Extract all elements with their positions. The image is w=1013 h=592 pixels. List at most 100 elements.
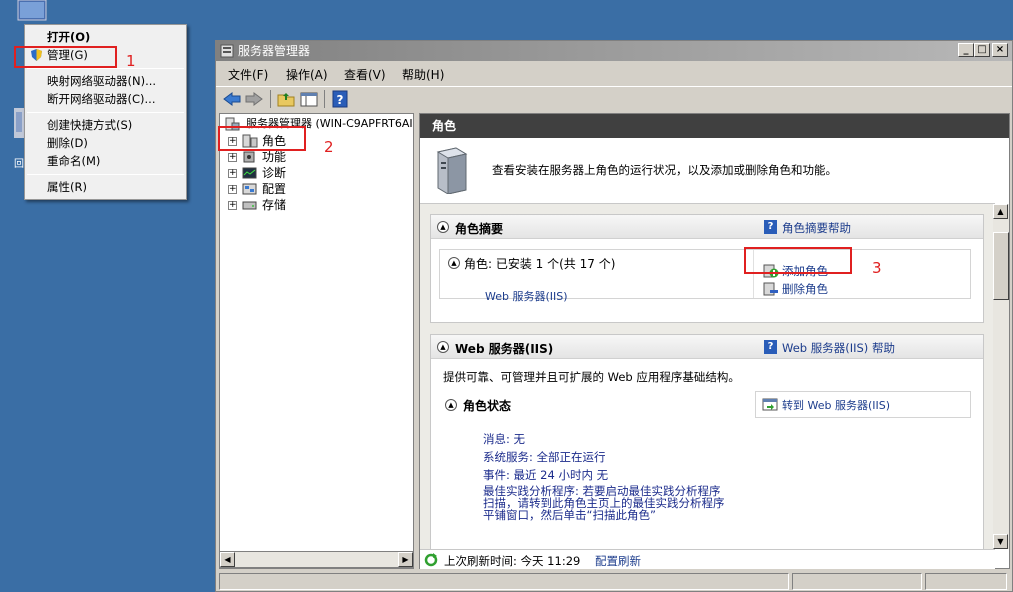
collapse-icon[interactable]: ▲ (437, 341, 449, 353)
tree-item-configuration[interactable]: + 配置 (228, 181, 398, 197)
close-button[interactable]: × (992, 43, 1008, 57)
roles-summary-help-link[interactable]: 角色摘要帮助 (782, 220, 851, 236)
section-header: ▲ Web 服务器(IIS) ? Web 服务器(IIS) 帮助 (431, 335, 983, 359)
expand-icon[interactable]: + (228, 169, 237, 178)
expand-icon[interactable]: + (228, 201, 237, 210)
scroll-down-icon[interactable]: ▼ (993, 534, 1008, 549)
menu-item-label: 属性(R) (47, 180, 87, 194)
server-manager-icon (220, 44, 234, 58)
menu-separator (27, 112, 184, 113)
remove-role-link[interactable]: 删除角色 (782, 281, 828, 297)
desktop-icon-label: 回 (14, 155, 24, 170)
minimize-button[interactable]: _ (958, 43, 974, 57)
annotation-label-2: 2 (324, 138, 334, 156)
features-icon (243, 151, 255, 163)
menu-item-open[interactable]: 打开(O) (25, 28, 186, 46)
installed-roles-count: 角色: 已安装 1 个(共 17 个) (464, 257, 616, 271)
annotation-box-1 (14, 46, 117, 68)
window-status-bar (216, 572, 1012, 591)
tree-item-storage[interactable]: + 存储 (228, 197, 398, 213)
collapse-icon[interactable]: ▲ (437, 221, 449, 233)
role-link-web-server[interactable]: Web 服务器(IIS) (485, 288, 568, 304)
tree-item-diagnostics[interactable]: + 诊断 (228, 165, 398, 181)
content-vertical-scrollbar[interactable]: ▲ ▼ (993, 204, 1009, 549)
menu-item-label: 打开(O) (47, 30, 91, 44)
goto-window-icon (762, 398, 778, 411)
server-roles-icon (436, 147, 468, 194)
menu-item-properties[interactable]: 属性(R) (25, 178, 186, 196)
forward-arrow-icon[interactable] (244, 90, 264, 108)
configuration-icon (242, 183, 257, 195)
menu-item-disconnect-drive[interactable]: 断开网络驱动器(C)... (25, 90, 186, 108)
maximize-icon: □ (977, 44, 987, 55)
computer-desktop-icon[interactable] (14, 0, 50, 24)
title-bar[interactable]: 服务器管理器 _ □ × (216, 41, 1012, 61)
annotation-box-2 (218, 126, 306, 151)
status-events: 事件: 最近 24 小时内 无 (483, 468, 609, 482)
menu-separator (27, 174, 184, 175)
help-icon: ? (764, 340, 777, 354)
toolbar: ? (216, 86, 1012, 110)
collapse-icon[interactable]: ▲ (445, 399, 457, 411)
annotation-label-1: 1 (126, 52, 136, 70)
menu-item-label: 断开网络驱动器(C)... (47, 92, 156, 106)
last-refresh-time: 上次刷新时间: 今天 11:29 (444, 554, 581, 568)
scroll-thumb[interactable] (993, 232, 1009, 300)
web-server-help-link[interactable]: Web 服务器(IIS) 帮助 (782, 340, 895, 356)
refresh-icon (424, 553, 438, 567)
close-icon: × (995, 44, 1005, 55)
content-scroll-area: ▲ 角色摘要 ? 角色摘要帮助 ▲ 角色: 已安装 1 个(共 17 个) We… (420, 204, 995, 549)
menu-action[interactable]: 操作(A) (286, 66, 328, 83)
status-bpa-line-3: 平铺窗口，然后单击“扫描此角色” (483, 508, 656, 522)
menu-item-label: 重命名(M) (47, 154, 101, 168)
tree-item-label: 功能 (262, 150, 287, 164)
scroll-up-icon[interactable]: ▲ (993, 204, 1008, 219)
menu-item-label: 映射网络驱动器(N)... (47, 74, 157, 88)
roles-summary-section: ▲ 角色摘要 ? 角色摘要帮助 ▲ 角色: 已安装 1 个(共 17 个) We… (430, 214, 984, 323)
maximize-button[interactable]: □ (974, 43, 990, 57)
role-status-title: 角色状态 (463, 399, 512, 413)
status-cell (925, 573, 1007, 590)
menu-item-rename[interactable]: 重命名(M) (25, 152, 186, 170)
menu-item-map-drive[interactable]: 映射网络驱动器(N)... (25, 72, 186, 90)
status-cell (792, 573, 922, 590)
menu-view[interactable]: 查看(V) (344, 66, 386, 83)
collapse-icon[interactable]: ▲ (448, 257, 460, 269)
show-hide-pane-icon[interactable] (299, 90, 319, 108)
web-server-section: ▲ Web 服务器(IIS) ? Web 服务器(IIS) 帮助 提供可靠、可管… (430, 334, 984, 549)
menu-item-create-shortcut[interactable]: 创建快捷方式(S) (25, 116, 186, 134)
menu-help[interactable]: 帮助(H) (402, 66, 444, 83)
tree-horizontal-scrollbar[interactable]: ◀ ▶ (219, 551, 414, 568)
window-title: 服务器管理器 (238, 44, 311, 58)
menu-separator (27, 68, 184, 69)
section-title: Web 服务器(IIS) (455, 342, 554, 356)
annotation-label-3: 3 (872, 259, 882, 277)
toolbar-separator (324, 90, 325, 108)
tree-item-label: 诊断 (262, 166, 287, 180)
up-folder-icon[interactable] (276, 90, 296, 108)
menu-bar: 文件(F) 操作(A) 查看(V) 帮助(H) (216, 63, 1012, 85)
menu-file[interactable]: 文件(F) (228, 66, 268, 83)
configure-refresh-link[interactable]: 配置刷新 (595, 553, 641, 569)
expand-icon[interactable]: + (228, 185, 237, 194)
back-arrow-icon[interactable] (222, 90, 242, 108)
web-server-description: 提供可靠、可管理并且可扩展的 Web 应用程序基础结构。 (443, 370, 740, 384)
scroll-right-icon[interactable]: ▶ (398, 552, 413, 567)
status-messages: 消息: 无 (483, 432, 526, 446)
diagnostics-icon (242, 167, 257, 179)
tree-pane: 服务器管理器 (WIN-C9APFRT6AI + 角色 + 功能 + 诊断 + … (219, 113, 414, 569)
help-icon: ? (764, 220, 777, 234)
minimize-icon: _ (963, 44, 969, 55)
tree-item-features[interactable]: + 功能 (228, 149, 398, 165)
help-icon[interactable]: ? (330, 90, 350, 108)
expand-icon[interactable]: + (228, 153, 237, 162)
svg-text:?: ? (337, 93, 344, 107)
status-cell (219, 573, 789, 590)
status-system-services: 系统服务: 全部正在运行 (483, 450, 606, 464)
scroll-left-icon[interactable]: ◀ (220, 552, 235, 567)
server-manager-window: 服务器管理器 _ □ × 文件(F) 操作(A) 查看(V) 帮助(H) ? 服… (215, 40, 1013, 592)
storage-icon (242, 201, 257, 210)
menu-item-delete[interactable]: 删除(D) (25, 134, 186, 152)
goto-web-server-link[interactable]: 转到 Web 服务器(IIS) (782, 397, 890, 413)
tree-item-label: 配置 (262, 182, 287, 196)
